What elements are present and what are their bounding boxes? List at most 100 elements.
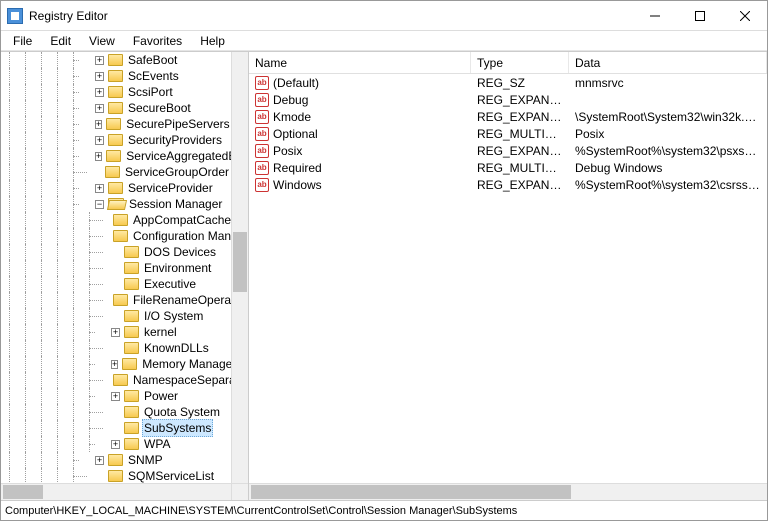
expand-icon[interactable]: + <box>111 328 120 337</box>
tree-label[interactable]: FileRenameOperations <box>131 292 231 308</box>
menubar: File Edit View Favorites Help <box>1 31 767 51</box>
tree-item[interactable]: ServiceGroupOrder <box>1 164 231 180</box>
column-header-type[interactable]: Type <box>471 52 569 73</box>
tree-label[interactable]: SNMP <box>126 452 165 468</box>
tree-label[interactable]: KnownDLLs <box>142 340 211 356</box>
tree-label[interactable]: Power <box>142 388 180 404</box>
list-horizontal-scrollbar[interactable] <box>249 483 767 500</box>
tree-item[interactable]: Executive <box>1 276 231 292</box>
value-name: Debug <box>273 93 308 107</box>
menu-view[interactable]: View <box>81 32 123 50</box>
tree-item[interactable]: + WPA <box>1 436 231 452</box>
minimize-button[interactable] <box>632 1 677 30</box>
expand-icon[interactable]: + <box>95 456 104 465</box>
tree-label[interactable]: I/O System <box>142 308 205 324</box>
menu-file[interactable]: File <box>5 32 40 50</box>
tree-vertical-scrollbar[interactable] <box>231 52 248 483</box>
tree-label[interactable]: DOS Devices <box>142 244 218 260</box>
expand-icon[interactable]: + <box>111 392 120 401</box>
tree-label[interactable]: SafeBoot <box>126 52 179 68</box>
expand-icon[interactable]: + <box>95 152 102 161</box>
tree-horizontal-scrollbar[interactable] <box>1 484 231 500</box>
expand-icon[interactable]: + <box>95 88 104 97</box>
tree-item[interactable]: + ScEvents <box>1 68 231 84</box>
titlebar[interactable]: Registry Editor <box>1 1 767 31</box>
tree-item[interactable]: + ServiceAggregatedEvents <box>1 148 231 164</box>
expand-icon[interactable]: + <box>95 136 104 145</box>
tree-item[interactable]: DOS Devices <box>1 244 231 260</box>
expand-icon[interactable]: + <box>111 440 120 449</box>
tree-label[interactable]: ServiceAggregatedEvents <box>124 148 231 164</box>
close-button[interactable] <box>722 1 767 30</box>
scrollbar-thumb[interactable] <box>233 232 247 292</box>
tree-label[interactable]: Environment <box>142 260 213 276</box>
tree-item[interactable]: + SNMP <box>1 452 231 468</box>
scrollbar-thumb[interactable] <box>3 485 43 499</box>
value-row[interactable]: abRequiredREG_MULTI_SZDebug Windows <box>249 159 767 176</box>
tree-item[interactable]: KnownDLLs <box>1 340 231 356</box>
maximize-button[interactable] <box>677 1 722 30</box>
expand-icon[interactable]: + <box>95 56 104 65</box>
folder-icon <box>113 230 128 242</box>
tree-item[interactable]: Quota System <box>1 404 231 420</box>
value-row[interactable]: abPosixREG_EXPAND_SZ%SystemRoot%\system3… <box>249 142 767 159</box>
menu-edit[interactable]: Edit <box>42 32 79 50</box>
value-row[interactable]: abDebugREG_EXPAND_SZ <box>249 91 767 108</box>
tree-item[interactable]: + SafeBoot <box>1 52 231 68</box>
value-row[interactable]: abOptionalREG_MULTI_SZPosix <box>249 125 767 142</box>
column-header-name[interactable]: Name <box>249 52 471 73</box>
tree-label[interactable]: Executive <box>142 276 198 292</box>
menu-favorites[interactable]: Favorites <box>125 32 190 50</box>
tree-label[interactable]: ServiceProvider <box>126 180 215 196</box>
tree-item[interactable]: SQMServiceList <box>1 468 231 483</box>
scrollbar-thumb[interactable] <box>251 485 571 499</box>
tree-item[interactable]: AppCompatCache <box>1 212 231 228</box>
tree-item[interactable]: Configuration Manage <box>1 228 231 244</box>
tree-label[interactable]: Session Manager <box>127 196 224 212</box>
tree-label[interactable]: SQMServiceList <box>126 468 216 483</box>
tree-label[interactable]: SubSystems <box>142 419 213 437</box>
collapse-icon[interactable]: − <box>95 200 104 209</box>
tree-pane[interactable]: + SafeBoot + ScEvents + ScsiPort + SecureBoot + S… <box>1 52 249 483</box>
expand-icon[interactable]: + <box>95 120 102 129</box>
value-row[interactable]: abKmodeREG_EXPAND_SZ\SystemRoot\System32… <box>249 108 767 125</box>
tree-label[interactable]: SecurePipeServers <box>124 116 231 132</box>
tree-label[interactable]: NamespaceSeparation <box>131 372 231 388</box>
tree-item[interactable]: + SecureBoot <box>1 100 231 116</box>
tree-item[interactable]: FileRenameOperations <box>1 292 231 308</box>
value-row[interactable]: ab(Default)REG_SZmnmsrvc <box>249 74 767 91</box>
tree-label[interactable]: ServiceGroupOrder <box>123 164 231 180</box>
tree-item[interactable]: NamespaceSeparation <box>1 372 231 388</box>
list-pane[interactable]: Name Type Data ab(Default)REG_SZmnmsrvca… <box>249 52 767 500</box>
expand-icon[interactable]: + <box>95 184 104 193</box>
tree-label[interactable]: kernel <box>142 324 179 340</box>
column-header-data[interactable]: Data <box>569 52 767 73</box>
expand-icon[interactable]: + <box>111 360 118 369</box>
tree-item[interactable]: − Session Manager <box>1 196 231 212</box>
tree-label[interactable]: Quota System <box>142 404 222 420</box>
tree-label[interactable]: AppCompatCache <box>131 212 231 228</box>
tree-item[interactable]: + Memory Management <box>1 356 231 372</box>
tree-item[interactable]: SubSystems <box>1 420 231 436</box>
expand-icon[interactable]: + <box>95 104 104 113</box>
tree-label[interactable]: ScsiPort <box>126 84 175 100</box>
tree-label[interactable]: SecurityProviders <box>126 132 224 148</box>
value-type: REG_EXPAND_SZ <box>471 110 569 124</box>
tree-label[interactable]: Memory Management <box>140 356 231 372</box>
tree-label[interactable]: SecureBoot <box>126 100 193 116</box>
tree-label[interactable]: Configuration Manage <box>131 228 231 244</box>
menu-help[interactable]: Help <box>192 32 233 50</box>
tree-label[interactable]: WPA <box>142 436 172 452</box>
tree-item[interactable]: + ServiceProvider <box>1 180 231 196</box>
value-row[interactable]: abWindowsREG_EXPAND_SZ%SystemRoot%\syste… <box>249 176 767 193</box>
tree-item[interactable]: + ScsiPort <box>1 84 231 100</box>
tree-label[interactable]: ScEvents <box>126 68 181 84</box>
folder-icon <box>124 422 139 434</box>
tree-item[interactable]: Environment <box>1 260 231 276</box>
tree-item[interactable]: + SecurityProviders <box>1 132 231 148</box>
expand-icon[interactable]: + <box>95 72 104 81</box>
tree-item[interactable]: I/O System <box>1 308 231 324</box>
tree-item[interactable]: + kernel <box>1 324 231 340</box>
tree-item[interactable]: + SecurePipeServers <box>1 116 231 132</box>
tree-item[interactable]: + Power <box>1 388 231 404</box>
